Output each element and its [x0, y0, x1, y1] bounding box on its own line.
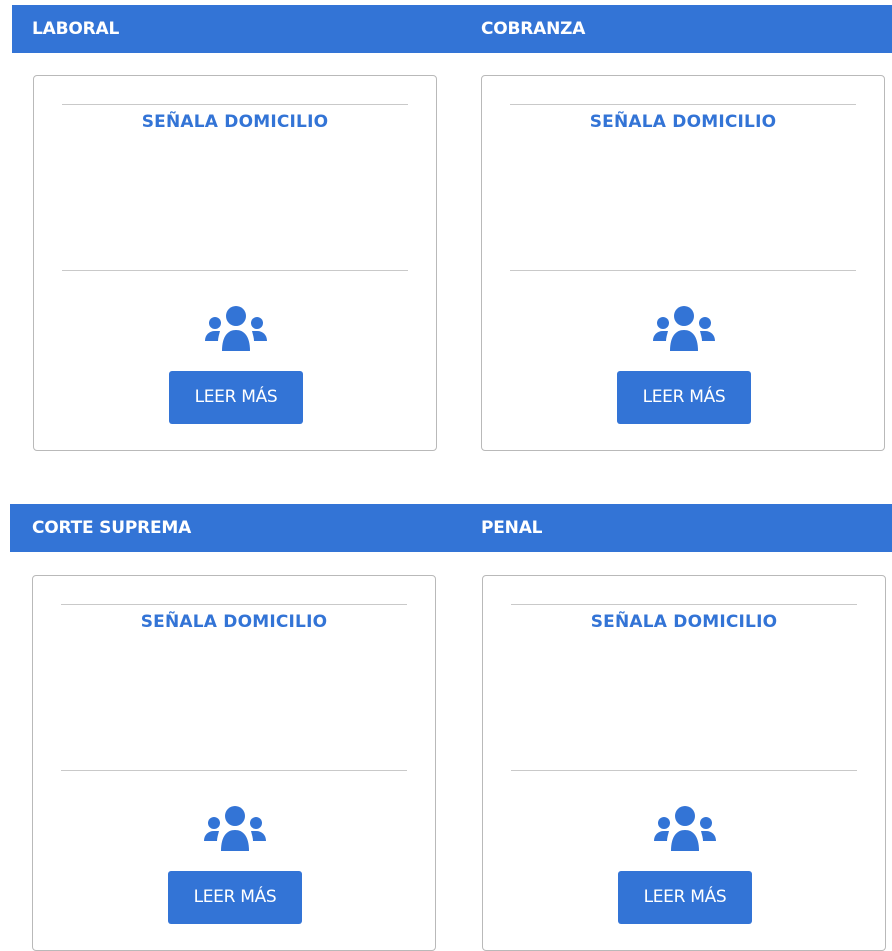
card-title: SEÑALA DOMICILIO — [140, 612, 328, 632]
card-cobranza: SEÑALA DOMICILIO LEER MÁS — [481, 75, 885, 451]
read-more-button[interactable]: LEER MÁS — [618, 871, 752, 924]
users-icon — [204, 806, 266, 851]
read-more-button[interactable]: LEER MÁS — [169, 371, 303, 424]
section-title-corte-suprema: CORTE SUPREMA — [32, 518, 192, 538]
users-icon — [205, 306, 267, 351]
card-divider — [511, 770, 857, 771]
section-title-penal: PENAL — [481, 518, 543, 538]
card-title: SEÑALA DOMICILIO — [590, 612, 778, 632]
section-header-row-bottom: CORTE SUPREMA PENAL — [10, 504, 892, 552]
card-divider — [62, 270, 408, 271]
users-icon — [654, 806, 716, 851]
section-title-laboral: LABORAL — [32, 19, 120, 39]
card-divider — [62, 104, 408, 105]
card-divider — [510, 104, 856, 105]
read-more-button[interactable]: LEER MÁS — [168, 871, 302, 924]
card-title: SEÑALA DOMICILIO — [141, 112, 329, 132]
card-divider — [61, 604, 407, 605]
read-more-button[interactable]: LEER MÁS — [617, 371, 751, 424]
section-header-row-top: LABORAL COBRANZA — [12, 5, 892, 53]
users-icon — [653, 306, 715, 351]
card-divider — [61, 770, 407, 771]
card-laboral: SEÑALA DOMICILIO LEER MÁS — [33, 75, 437, 451]
card-corte-suprema: SEÑALA DOMICILIO LEER MÁS — [32, 575, 436, 951]
card-penal: SEÑALA DOMICILIO LEER MÁS — [482, 575, 886, 951]
section-title-cobranza: COBRANZA — [481, 19, 586, 39]
card-divider — [510, 270, 856, 271]
card-divider — [511, 604, 857, 605]
card-title: SEÑALA DOMICILIO — [589, 112, 777, 132]
